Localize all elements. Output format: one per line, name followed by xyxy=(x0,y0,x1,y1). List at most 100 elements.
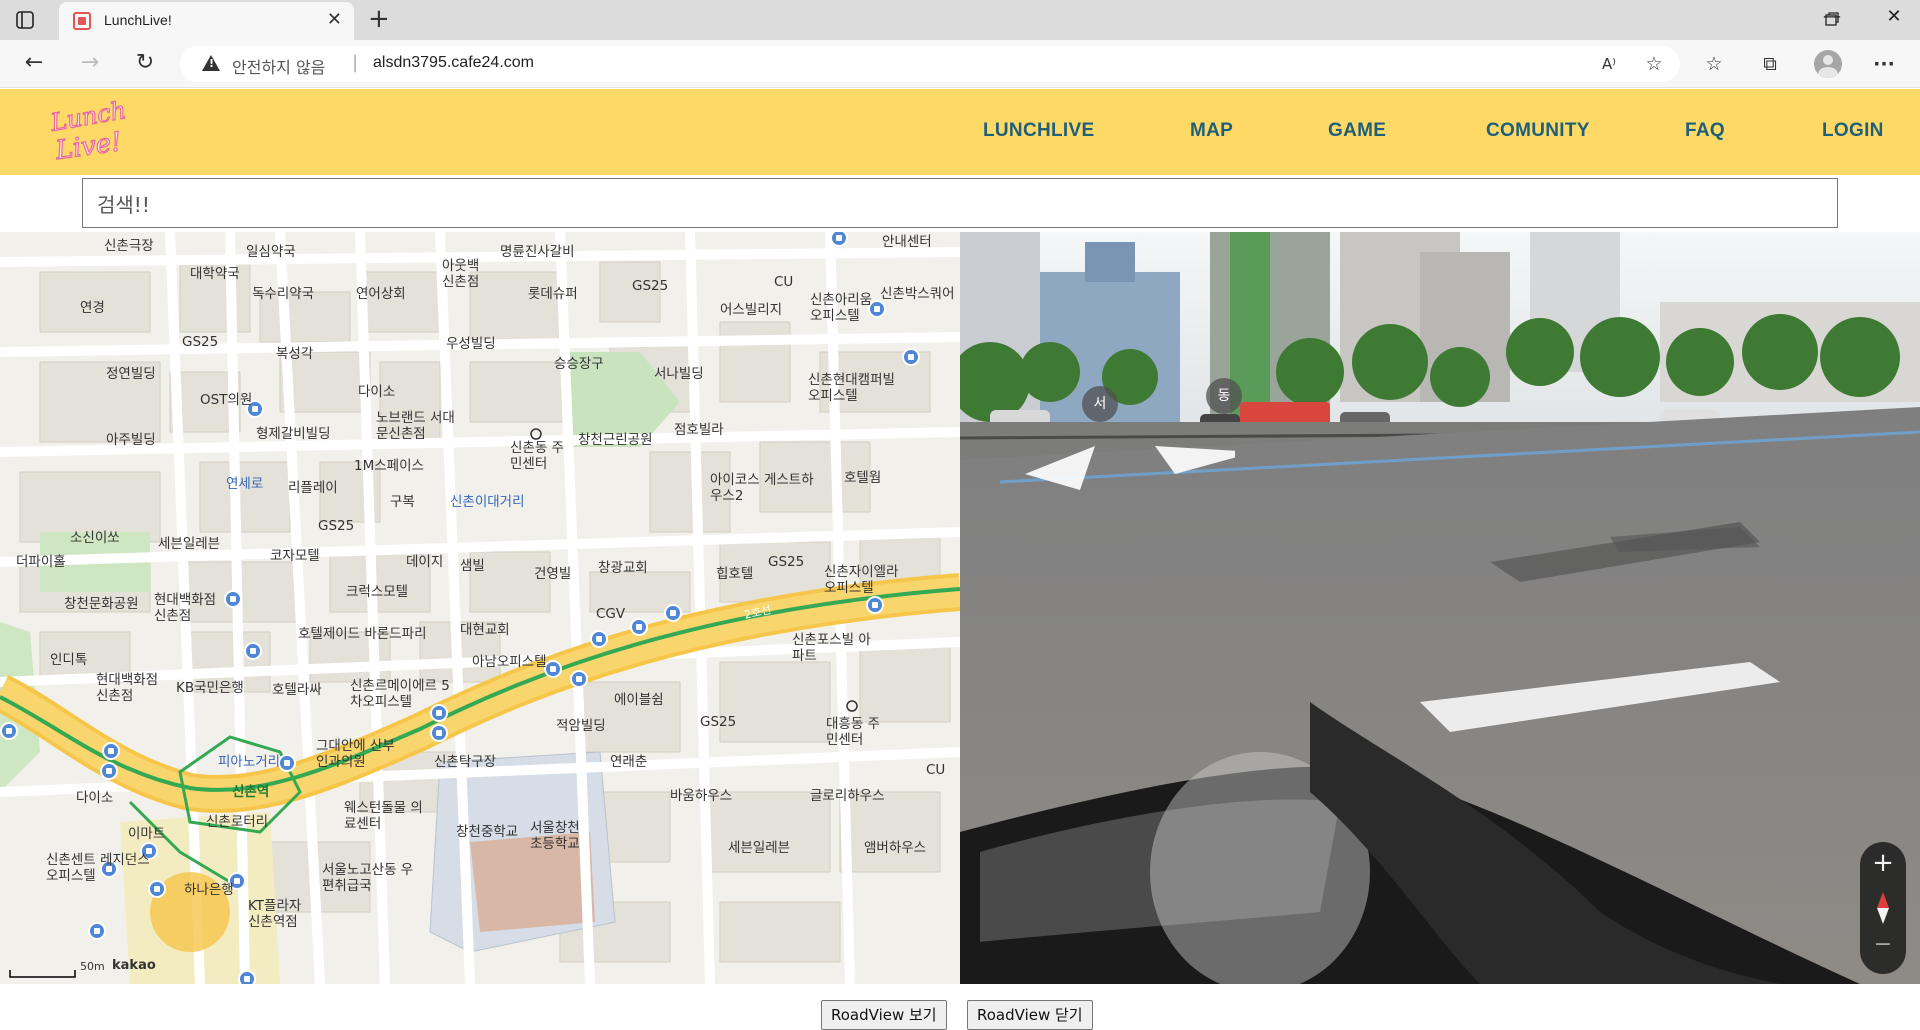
browser-tab-active[interactable]: LunchLive! ✕ xyxy=(59,2,354,40)
map-label: 세븐일레븐 xyxy=(158,536,221,552)
insecure-warning-icon[interactable] xyxy=(202,55,220,71)
roadview-show-button[interactable]: RoadView 보기 xyxy=(821,1000,947,1030)
lunchlive-logo[interactable]: Lunch Live! xyxy=(46,95,130,169)
bus-stop-icon[interactable] xyxy=(238,970,256,984)
map-label: 신촌포스빌 아파트 xyxy=(792,632,871,664)
nav-map[interactable]: MAP xyxy=(1190,120,1233,142)
roadview-controls: + − xyxy=(1860,842,1906,974)
map-label: 아이코스 게스트하우스2 xyxy=(710,472,814,504)
bus-stop-icon[interactable] xyxy=(88,922,106,940)
map-label: 신촌동 주민센터 xyxy=(510,440,564,472)
nav-login[interactable]: LOGIN xyxy=(1822,120,1884,142)
map-label: 리플레이 xyxy=(288,480,338,496)
map-label: 바움하우스 xyxy=(670,788,733,804)
bus-stop-icon[interactable] xyxy=(224,590,242,608)
map-label: 롯데슈퍼 xyxy=(528,286,578,302)
favorites-icon[interactable]: ☆ xyxy=(1700,50,1728,78)
map-label: KB국민은행 xyxy=(176,680,244,696)
map-label: 서울창천 초등학교 xyxy=(530,820,580,852)
bus-stop-icon[interactable] xyxy=(630,618,648,636)
tab-actions-icon[interactable] xyxy=(14,9,36,31)
browser-toolbar: ← → ↻ 안전하지 않음 | alsdn3795.cafe24.com A⁾ … xyxy=(0,40,1920,88)
map-label: 1M스페이스 xyxy=(354,458,424,474)
bus-stop-icon[interactable] xyxy=(244,642,262,660)
map-label: 독수리약국 xyxy=(252,286,315,302)
bus-stop-icon[interactable] xyxy=(100,762,118,780)
map-label: 세븐일레븐 xyxy=(728,840,791,856)
add-favorite-icon[interactable]: ☆ xyxy=(1640,50,1668,78)
roadview-panorama[interactable]: 서 동 xyxy=(960,232,1920,984)
url-separator: | xyxy=(352,52,359,73)
map-label: 호텔제이드 바론드파리 xyxy=(298,626,427,642)
bus-stop-icon[interactable] xyxy=(866,596,884,614)
window-close-icon[interactable]: ✕ xyxy=(1879,6,1909,27)
map-label: 글로리하우스 xyxy=(810,788,885,804)
bus-stop-icon[interactable] xyxy=(590,630,608,648)
map-label: 다이소 xyxy=(358,384,396,400)
read-aloud-icon[interactable]: A⁾ xyxy=(1595,50,1623,78)
map-label: 건영빌 xyxy=(534,566,572,582)
map-label: 신촌아리움 오피스텔 xyxy=(810,292,873,324)
map-label: 아웃백 신촌점 xyxy=(442,258,480,290)
bus-stop-icon[interactable] xyxy=(544,660,562,678)
map-label: 신촌탁구장 xyxy=(434,754,497,770)
map-label: 대현교회 xyxy=(460,622,510,638)
nav-game[interactable]: GAME xyxy=(1328,120,1386,142)
forward-icon[interactable]: → xyxy=(76,50,104,78)
map-label: 구복 xyxy=(390,494,415,510)
bus-stop-icon[interactable] xyxy=(664,604,682,622)
map-label: 신촌로터리 xyxy=(206,814,269,830)
back-icon[interactable]: ← xyxy=(20,50,48,78)
map-label: 신촌르메이에르 5차오피스텔 xyxy=(350,678,450,710)
bus-stop-icon[interactable] xyxy=(570,670,588,688)
tab-close-icon[interactable]: ✕ xyxy=(327,10,342,30)
more-options-icon[interactable]: ··· xyxy=(1870,50,1898,78)
roadview-close-button[interactable]: RoadView 닫기 xyxy=(967,1000,1093,1030)
search-input[interactable]: 검색!! xyxy=(82,178,1838,228)
map-label: 점호빌라 xyxy=(674,422,724,438)
compass-icon[interactable] xyxy=(1873,890,1893,926)
map-label: 창천근린공원 xyxy=(578,432,653,448)
bus-stop-icon[interactable] xyxy=(0,722,18,740)
collections-icon[interactable]: ⧉ xyxy=(1756,50,1784,78)
nav-faq[interactable]: FAQ xyxy=(1685,120,1725,142)
bus-stop-icon[interactable] xyxy=(902,348,920,366)
insecure-label[interactable]: 안전하지 않음 xyxy=(232,54,325,78)
zoom-out-button[interactable]: − xyxy=(1860,932,1906,957)
map-label: 연래춘 xyxy=(610,754,648,770)
kakao-map[interactable]: 신촌극장 일심약국 명륜진사갈비 대학약국 아웃백 신촌점 연경 독수리약국 연… xyxy=(0,232,960,984)
roadview-dir-east[interactable]: 동 xyxy=(1206,378,1242,414)
map-label: GS25 xyxy=(768,554,805,570)
zoom-in-button[interactable]: + xyxy=(1860,848,1906,878)
map-label: 복성각 xyxy=(276,346,314,362)
map-label: 대학약국 xyxy=(190,266,240,282)
nav-lunchlive[interactable]: LUNCHLIVE xyxy=(983,120,1094,142)
map-label: 어스빌리지 xyxy=(720,302,783,318)
roadview-dir-west[interactable]: 서 xyxy=(1082,386,1118,422)
map-label: CU xyxy=(774,274,794,290)
url-text[interactable]: alsdn3795.cafe24.com xyxy=(373,54,534,72)
bus-stop-icon[interactable] xyxy=(430,724,448,742)
profile-avatar[interactable] xyxy=(1814,50,1842,78)
map-label: 그대안에 산부인과의원 xyxy=(316,738,395,770)
map-label: 힙호텔 xyxy=(716,566,754,582)
map-label: 피아노거리 xyxy=(218,754,281,770)
map-label: 신촌현대캠퍼빌 오피스텔 xyxy=(808,372,895,404)
bus-stop-icon[interactable] xyxy=(102,742,120,760)
map-label: 연경 xyxy=(80,300,105,316)
bus-stop-icon[interactable] xyxy=(278,754,296,772)
map-label: CGV xyxy=(596,606,626,622)
roadview-scene xyxy=(960,232,1920,984)
restore-icon[interactable] xyxy=(1825,12,1839,26)
map-label: 창천문화공원 xyxy=(64,596,139,612)
map-label-station: 신촌역 xyxy=(232,784,270,800)
nav-community[interactable]: COMUNITY xyxy=(1486,120,1590,142)
map-label: GS25 xyxy=(182,334,219,350)
map-label: 데이지 xyxy=(406,554,444,570)
map-label: 서울노고산동 우편취급국 xyxy=(322,862,414,894)
map-label: 형제갈비빌딩 xyxy=(256,426,331,442)
reload-icon[interactable]: ↻ xyxy=(131,50,159,78)
address-bar[interactable]: 안전하지 않음 | alsdn3795.cafe24.com A⁾ ☆ xyxy=(180,46,1680,82)
roadview-direction-arrows[interactable] xyxy=(1025,412,1235,492)
new-tab-button[interactable]: + xyxy=(368,4,390,34)
